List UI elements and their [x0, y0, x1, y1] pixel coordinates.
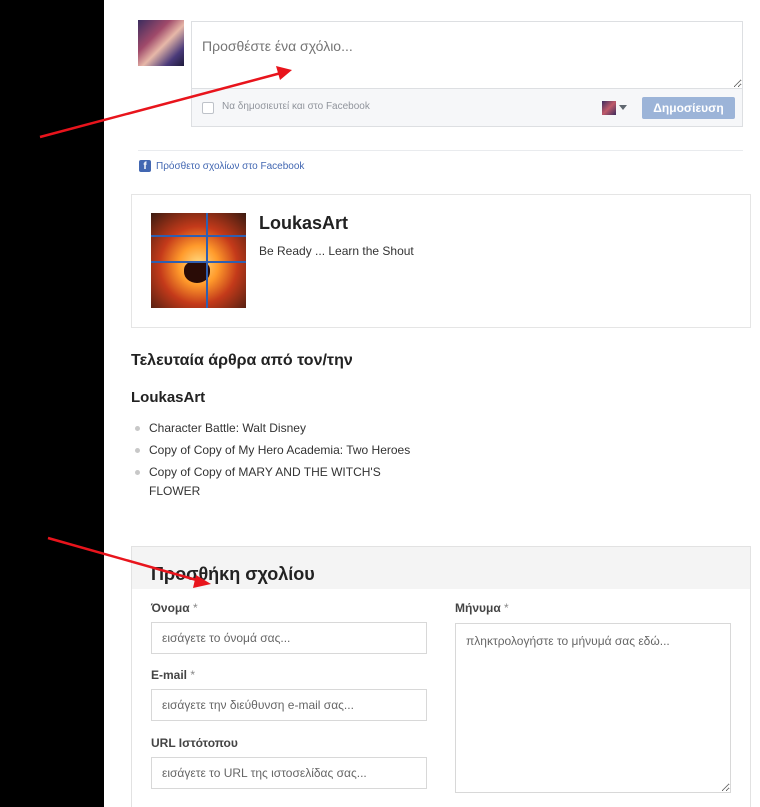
facebook-plugin-link[interactable]: f Πρόσθετο σχολίων στο Facebook	[139, 160, 304, 172]
email-label: E-mail *	[151, 668, 196, 682]
latest-articles-heading: Τελευταία άρθρα από τον/την	[131, 352, 353, 369]
facebook-comment-footer: Να δημοσιευτεί και στο Facebook Δημοσίευ…	[192, 88, 742, 126]
latest-articles-author: LoukasArt	[131, 389, 206, 406]
user-avatar	[138, 20, 184, 66]
divider	[138, 150, 743, 151]
author-name[interactable]: LoukasArt	[259, 213, 348, 234]
name-label: Όνομα *	[151, 601, 198, 615]
add-comment-heading: Προσθήκη σχολίου	[151, 564, 315, 584]
add-comment-panel: Προσθήκη σχολίου Όνομα * E-mail * URL Ισ…	[131, 546, 751, 807]
comment-form: Όνομα * E-mail * URL Ιστότοπου Μήνυμα *	[132, 589, 750, 807]
identity-picker[interactable]	[602, 101, 628, 115]
facebook-comment-box: Να δημοσιευτεί και στο Facebook Δημοσίευ…	[191, 21, 743, 127]
author-box: LoukasArt Be Ready ... Learn the Shout	[131, 194, 751, 328]
facebook-comment-input[interactable]	[192, 22, 742, 88]
post-to-facebook-label: Να δημοσιευτεί και στο Facebook	[222, 101, 370, 112]
author-tagline: Be Ready ... Learn the Shout	[259, 244, 414, 258]
article-link[interactable]: Copy of Copy of My Hero Academia: Two He…	[135, 441, 435, 460]
email-input[interactable]	[151, 689, 427, 721]
article-link[interactable]: Copy of Copy of MARY AND THE WITCH'S FLO…	[135, 463, 435, 501]
post-comment-button[interactable]: Δημοσίευση	[642, 97, 735, 119]
author-image	[151, 213, 246, 308]
message-textarea[interactable]	[455, 623, 731, 793]
article-link[interactable]: Character Battle: Walt Disney	[135, 419, 435, 438]
name-input[interactable]	[151, 622, 427, 654]
facebook-plugin-label: Πρόσθετο σχολίων στο Facebook	[156, 160, 305, 172]
url-label: URL Ιστότοπου	[151, 736, 238, 750]
message-label: Μήνυμα *	[455, 601, 509, 615]
website-url-input[interactable]	[151, 757, 427, 789]
identity-avatar	[602, 101, 616, 115]
page-content: Να δημοσιευτεί και στο Facebook Δημοσίευ…	[104, 0, 760, 807]
latest-articles-list: Character Battle: Walt Disney Copy of Co…	[135, 419, 435, 504]
chevron-down-icon	[619, 105, 627, 110]
facebook-icon: f	[139, 160, 151, 172]
post-to-facebook-checkbox[interactable]	[202, 102, 214, 114]
